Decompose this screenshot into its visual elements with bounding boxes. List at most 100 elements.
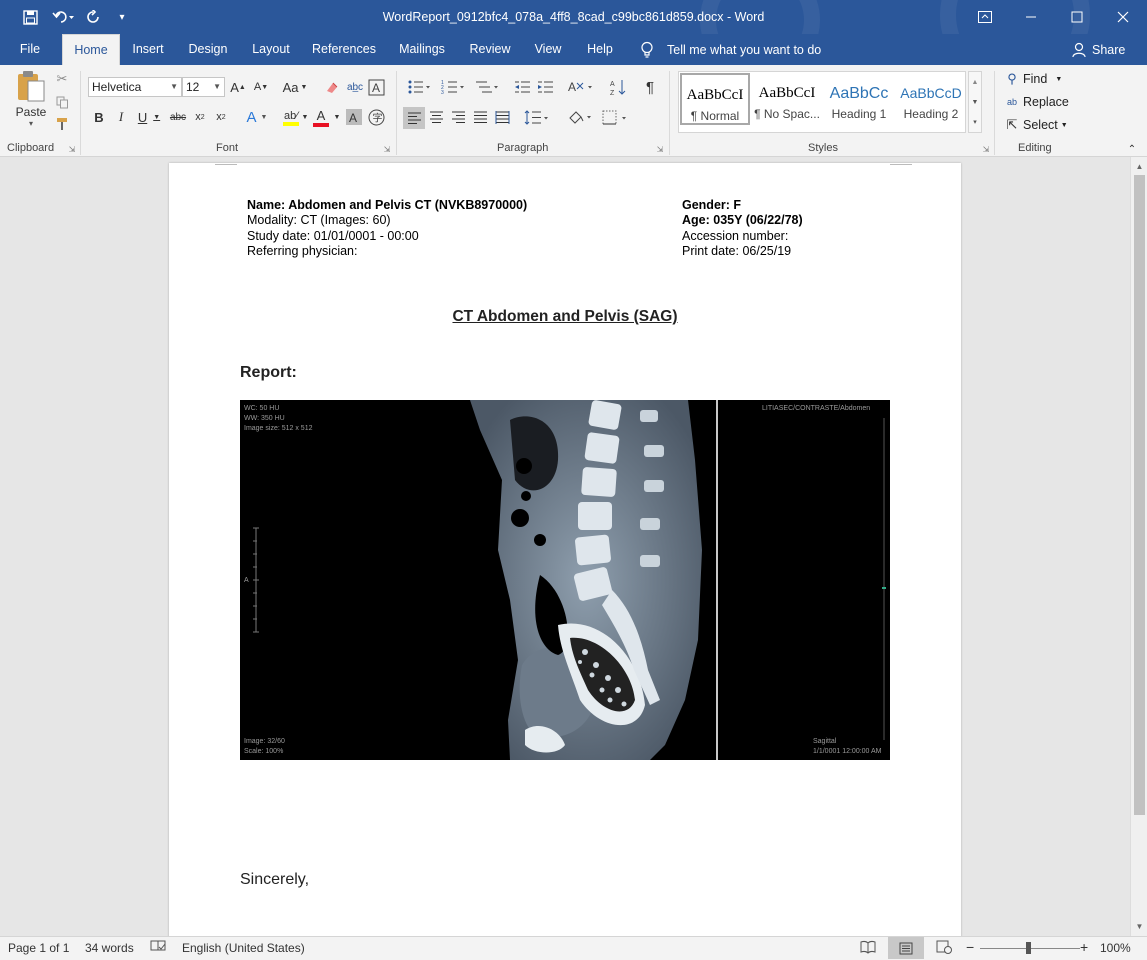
tab-references[interactable]: References [310,34,378,65]
ribbon-display-options-icon[interactable] [962,0,1008,34]
zoom-in-icon[interactable]: + [1080,939,1088,955]
decrease-indent-icon[interactable] [512,77,532,97]
close-button[interactable] [1100,0,1146,34]
share-button[interactable]: Share [1072,34,1125,65]
svg-text:3: 3 [441,90,444,95]
zoom-level[interactable]: 100% [1100,941,1131,955]
tab-home[interactable]: Home [62,34,120,65]
tab-view[interactable]: View [530,34,566,65]
style-no-spacing-sample: AaBbCcI [758,85,816,101]
ct-overlay-top-left: WC: 50 HU WW: 350 HU Image size: 512 x 5… [244,404,313,434]
highlight-dropdown-icon[interactable]: ▼ [300,107,310,127]
vertical-scrollbar[interactable]: ▲ ▼ [1130,157,1147,936]
show-formatting-marks-icon[interactable]: ¶ [640,77,660,97]
paste-button[interactable]: Paste ▾ [12,69,50,131]
ct-scan-image[interactable]: WC: 50 HU WW: 350 HU Image size: 512 x 5… [240,400,890,760]
font-color-dropdown-icon[interactable]: ▼ [332,107,342,127]
scrollbar-thumb[interactable] [1134,175,1145,815]
clear-formatting-icon[interactable] [322,77,342,97]
bullets-icon[interactable] [404,77,434,97]
zoom-slider-thumb[interactable] [1026,942,1031,954]
shrink-font-icon[interactable]: A ▼ [252,77,270,97]
enclose-characters-icon[interactable]: 字 [366,107,386,127]
underline-icon[interactable]: U ▼ [134,107,164,127]
scroll-up-icon[interactable]: ▲ [1131,159,1147,174]
document-page[interactable]: Name: Abdomen and Pelvis CT (NVKB8970000… [169,163,961,936]
person-icon [1072,42,1086,57]
align-center-icon[interactable] [426,107,446,127]
font-size-combo[interactable]: 12 ▼ [182,77,225,97]
scroll-down-icon[interactable]: ▼ [1131,919,1147,934]
status-bar: Page 1 of 1 34 words English (United Sta… [0,936,1147,960]
accession-number: Accession number: [682,228,789,243]
bold-icon[interactable]: B [90,107,108,127]
paragraph-launcher-icon[interactable]: ⇲ [655,144,665,154]
tell-me-search[interactable]: Tell me what you want to do [640,34,821,65]
style-no-spacing[interactable]: AaBbCcI ¶ No Spac... [752,73,822,125]
tab-help[interactable]: Help [582,34,618,65]
increase-indent-icon[interactable] [535,77,555,97]
maximize-button[interactable] [1054,0,1100,34]
strikethrough-icon[interactable]: abc [168,107,188,127]
shading-icon[interactable] [565,107,595,127]
change-case-button[interactable]: Aa ▼ [280,77,310,97]
align-left-icon[interactable] [403,107,425,129]
styles-scroll-up-icon[interactable]: ▲ [969,74,981,90]
italic-icon[interactable]: I [112,107,130,127]
replace-button[interactable]: ab Replace [1004,92,1069,112]
minimize-button[interactable] [1008,0,1054,34]
grow-font-icon[interactable]: A ▲ [229,77,247,97]
collapse-ribbon-icon[interactable]: ⌃ [1125,143,1139,155]
distributed-icon[interactable] [492,107,512,127]
sort-icon[interactable]: AZ [608,77,628,97]
page-count[interactable]: Page 1 of 1 [8,941,69,955]
clipboard-launcher-icon[interactable]: ⇲ [67,144,77,154]
group-divider [994,71,995,155]
subscript-icon[interactable]: x2 [191,107,209,127]
word-count[interactable]: 34 words [85,941,134,955]
tab-review[interactable]: Review [466,34,514,65]
borders-icon[interactable] [600,107,630,127]
print-layout-icon[interactable] [888,937,924,959]
format-painter-icon[interactable] [54,115,70,133]
tab-insert[interactable]: Insert [126,34,170,65]
tab-layout[interactable]: Layout [247,34,295,65]
font-name-combo[interactable]: Helvetica ▼ [88,77,182,97]
font-name-dropdown-icon[interactable]: ▼ [170,78,178,96]
font-color-icon[interactable]: A [312,107,330,129]
style-normal[interactable]: AaBbCcI ¶ Normal [680,73,750,125]
font-launcher-icon[interactable]: ⇲ [382,144,392,154]
align-right-icon[interactable] [448,107,468,127]
styles-launcher-icon[interactable]: ⇲ [981,144,991,154]
read-mode-icon[interactable] [860,940,876,957]
asian-layout-icon[interactable]: A [566,77,596,97]
justify-icon[interactable] [470,107,490,127]
paste-dropdown-icon[interactable]: ▾ [29,119,33,128]
zoom-out-icon[interactable]: − [966,939,974,955]
tab-design[interactable]: Design [183,34,233,65]
numbering-icon[interactable]: 123 [438,77,468,97]
phonetic-guide-icon[interactable]: ab̲c [345,77,365,97]
character-border-icon[interactable]: A [366,77,386,97]
text-effects-icon[interactable]: A ▼ [242,107,272,127]
web-layout-icon[interactable] [936,940,952,957]
language[interactable]: English (United States) [182,941,305,955]
styles-more-icon[interactable]: ▾ [969,114,981,130]
age: Age: 035Y (06/22/78) [682,213,803,228]
find-button[interactable]: ⚲ Find ▼ [1004,69,1062,89]
copy-icon[interactable] [54,93,70,111]
character-shading-icon[interactable]: A [345,107,363,127]
cut-icon[interactable]: ✂ [54,70,70,88]
font-size-dropdown-icon[interactable]: ▼ [213,78,221,96]
proofing-icon[interactable] [150,940,166,957]
style-heading-2[interactable]: AaBbCcD Heading 2 [896,73,966,125]
ribbon-tabs: File Home Insert Design Layout Reference… [0,34,1147,65]
superscript-icon[interactable]: x2 [212,107,230,127]
select-button[interactable]: ⇱ Select ▼ [1004,115,1068,135]
styles-scroll-down-icon[interactable]: ▼ [969,94,981,110]
style-heading-1[interactable]: AaBbCc Heading 1 [824,73,894,125]
line-spacing-icon[interactable] [522,107,552,127]
multilevel-list-icon[interactable] [472,77,502,97]
tab-mailings[interactable]: Mailings [394,34,450,65]
tab-file[interactable]: File [10,34,50,65]
